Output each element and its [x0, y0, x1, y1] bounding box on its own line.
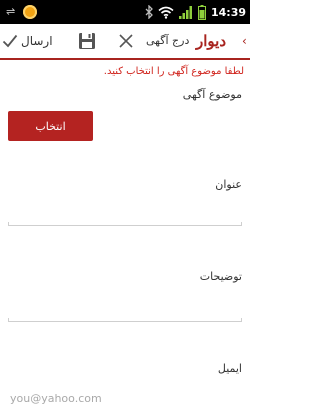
status-right-icons: 14:39 [145, 0, 246, 24]
title-label: عنوان [215, 178, 242, 191]
close-button[interactable] [116, 31, 136, 51]
bluetooth-icon [145, 5, 153, 19]
chevron-left-icon[interactable]: ‹ [242, 24, 247, 58]
save-button[interactable] [78, 32, 96, 50]
description-input-underline [8, 318, 242, 322]
check-icon [2, 34, 18, 48]
wifi-icon [158, 6, 174, 19]
select-category-button[interactable]: انتخاب [8, 111, 93, 141]
brand-logo: دیوار [196, 32, 227, 50]
action-bar: ارسال درج آگهی دیوار ‹ [0, 24, 250, 60]
send-button[interactable]: ارسال [2, 24, 53, 58]
signal-icon [178, 5, 192, 19]
status-left-icons: ⇌ [6, 4, 38, 20]
clock: 14:39 [210, 5, 246, 19]
description-label: توضیحات [199, 270, 242, 283]
error-message: لطفا موضوع آگهی را انتخاب کنید. [103, 66, 244, 77]
email-label: ایمیل [217, 362, 242, 375]
close-icon [119, 34, 133, 48]
status-bar: ⇌ 14:39 [0, 0, 250, 24]
send-label: ارسال [21, 34, 53, 48]
usb-icon: ⇌ [6, 5, 16, 18]
email-input[interactable] [8, 387, 242, 409]
page-title: درج آگهی [146, 34, 190, 47]
title-input-underline [8, 222, 242, 226]
notification-icon [23, 5, 38, 19]
title-input[interactable] [8, 201, 242, 223]
category-label: موضوع آگهی [182, 88, 242, 101]
description-input[interactable] [8, 295, 242, 317]
save-icon [79, 33, 95, 49]
battery-icon [197, 4, 206, 20]
